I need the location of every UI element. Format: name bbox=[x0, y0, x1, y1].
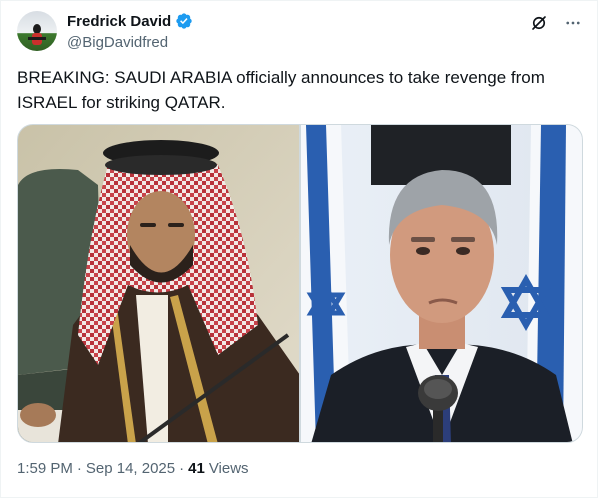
author-info: Fredrick David @BigDavidfred bbox=[67, 11, 193, 53]
tweet-top-actions bbox=[529, 13, 583, 33]
verified-badge-icon[interactable] bbox=[175, 12, 193, 30]
meta-separator: · bbox=[179, 460, 185, 477]
media-photo-left[interactable] bbox=[18, 125, 299, 442]
media-photo-right[interactable] bbox=[301, 125, 582, 442]
author-handle[interactable]: @BigDavidfred bbox=[67, 33, 193, 53]
grok-icon[interactable] bbox=[529, 13, 549, 33]
meta-separator: · bbox=[76, 460, 82, 477]
more-icon[interactable] bbox=[563, 13, 583, 33]
tweet-meta: 1:59 PM · Sep 14, 2025 · 41 Views bbox=[17, 460, 249, 477]
author-display-name[interactable]: Fredrick David bbox=[67, 13, 171, 30]
tweet-media[interactable] bbox=[17, 124, 583, 443]
tweet-card[interactable]: Fredrick David @BigDavidfred BREAKING: S… bbox=[0, 0, 598, 498]
author-avatar[interactable] bbox=[17, 11, 57, 51]
views-label: Views bbox=[208, 460, 249, 477]
views-count[interactable]: 41 bbox=[188, 460, 205, 477]
author-name-row: Fredrick David bbox=[67, 11, 193, 31]
tweet-text: BREAKING: SAUDI ARABIA officially announ… bbox=[17, 68, 545, 112]
tweet-time[interactable]: 1:59 PM bbox=[17, 460, 73, 477]
tweet-date[interactable]: Sep 14, 2025 bbox=[86, 460, 175, 477]
